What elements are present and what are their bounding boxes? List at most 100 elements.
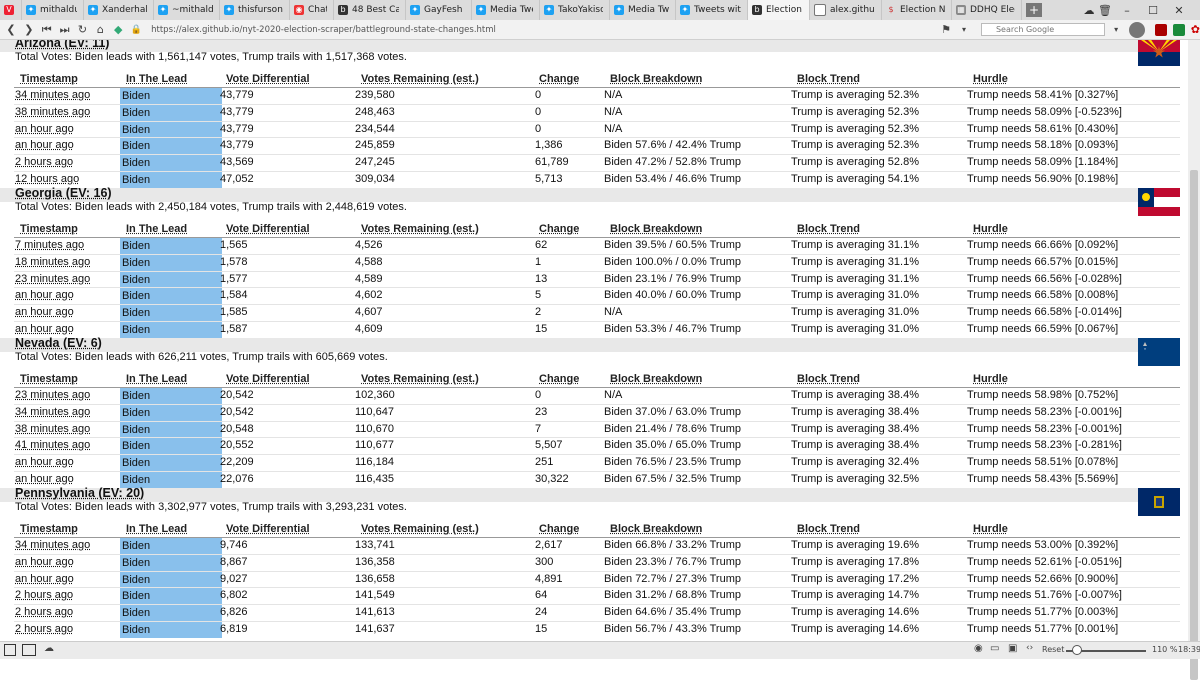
window-icon[interactable]: ▭: [990, 643, 999, 654]
scrollbar-thumb[interactable]: [1190, 170, 1198, 680]
cell-time[interactable]: 34 minutes ago: [15, 89, 90, 101]
column-header-lead[interactable]: In The Lead: [126, 523, 187, 535]
column-header-trend[interactable]: Block Trend: [797, 223, 860, 235]
column-header-timestamp[interactable]: Timestamp: [20, 373, 78, 385]
bookmark-icon[interactable]: ⚑: [939, 23, 953, 36]
cell-time[interactable]: 23 minutes ago: [15, 389, 90, 401]
tab-8[interactable]: ✦ Media Tweets: [472, 0, 540, 20]
rewind-icon[interactable]: ⏮: [40, 23, 54, 37]
column-header-remaining[interactable]: Votes Remaining (est.): [361, 73, 479, 85]
tab-9[interactable]: ✦ TakoYakisoba: [540, 0, 610, 20]
column-header-timestamp[interactable]: Timestamp: [20, 73, 78, 85]
tab-12[interactable]: b Election 2020: [748, 0, 810, 20]
tab-4[interactable]: ✦ thisfursonadc: [220, 0, 290, 20]
column-header-diff[interactable]: Vote Differential: [226, 73, 310, 85]
tab-14[interactable]: $ Election Nigh: [882, 0, 952, 20]
search-input[interactable]: [980, 23, 1106, 36]
column-header-diff[interactable]: Vote Differential: [226, 223, 310, 235]
cell-time[interactable]: 34 minutes ago: [15, 539, 90, 551]
reset-zoom-button[interactable]: Reset: [1042, 645, 1064, 654]
extension-icon[interactable]: [1172, 23, 1185, 36]
cell-time[interactable]: 34 minutes ago: [15, 406, 90, 418]
tab-tiling-icon[interactable]: [22, 644, 36, 656]
state-title[interactable]: Pennsylvania (EV: 20): [15, 486, 144, 500]
cell-time[interactable]: 2 hours ago: [15, 156, 73, 168]
code-icon[interactable]: ‹›: [1026, 643, 1033, 653]
state-title[interactable]: Arizona (EV: 11): [15, 40, 109, 50]
column-header-remaining[interactable]: Votes Remaining (est.): [361, 523, 479, 535]
cell-time[interactable]: an hour ago: [15, 556, 74, 568]
cell-time[interactable]: an hour ago: [15, 139, 74, 151]
minimize-button[interactable]: –: [1114, 4, 1140, 17]
tab-5[interactable]: ◉ Chat: [290, 0, 334, 20]
panel-toggle-icon[interactable]: [4, 644, 16, 656]
column-header-hurdle[interactable]: Hurdle: [973, 523, 1008, 535]
cell-time[interactable]: an hour ago: [15, 123, 74, 135]
zoom-level[interactable]: 110 %: [1152, 645, 1177, 654]
column-header-change[interactable]: Change: [539, 73, 579, 85]
cell-time[interactable]: 2 hours ago: [15, 589, 73, 601]
tab-2[interactable]: ✦ Xanderhal on: [84, 0, 154, 20]
cell-time[interactable]: 23 minutes ago: [15, 273, 90, 285]
cell-time[interactable]: 38 minutes ago: [15, 423, 90, 435]
avatar[interactable]: [1129, 21, 1145, 38]
column-header-change[interactable]: Change: [539, 223, 579, 235]
forward-icon[interactable]: ❯: [22, 23, 36, 36]
column-header-timestamp[interactable]: Timestamp: [20, 223, 78, 235]
tab-1[interactable]: ✦ mithaldu - Tw: [22, 0, 84, 20]
column-header-block[interactable]: Block Breakdown: [610, 523, 702, 535]
cell-time[interactable]: 2 hours ago: [15, 623, 73, 635]
column-header-trend[interactable]: Block Trend: [797, 373, 860, 385]
tab-13[interactable]: alex.github.io: [810, 0, 882, 20]
cell-time[interactable]: an hour ago: [15, 573, 74, 585]
column-header-hurdle[interactable]: Hurdle: [973, 73, 1008, 85]
column-header-block[interactable]: Block Breakdown: [610, 373, 702, 385]
column-header-diff[interactable]: Vote Differential: [226, 523, 310, 535]
tab-6[interactable]: b 48 Best Caulk: [334, 0, 406, 20]
cell-time[interactable]: 38 minutes ago: [15, 106, 90, 118]
search-dropdown-icon[interactable]: ▾: [1109, 25, 1123, 34]
cell-time[interactable]: an hour ago: [15, 306, 74, 318]
cell-time[interactable]: 18 minutes ago: [15, 256, 90, 268]
ublock-icon[interactable]: [1154, 23, 1167, 36]
column-header-lead[interactable]: In The Lead: [126, 373, 187, 385]
image-icon[interactable]: ▣: [1008, 643, 1017, 654]
tab-11[interactable]: ✦ Tweets with re: [676, 0, 748, 20]
column-header-remaining[interactable]: Votes Remaining (est.): [361, 223, 479, 235]
url-field[interactable]: https://alex.github.io/nyt-2020-election…: [151, 25, 935, 35]
column-header-change[interactable]: Change: [539, 523, 579, 535]
close-button[interactable]: ✕: [1166, 4, 1192, 17]
cell-time[interactable]: an hour ago: [15, 289, 74, 301]
tab-15[interactable]: ▦ DDHQ Electio: [952, 0, 1022, 20]
cell-time[interactable]: 12 hours ago: [15, 173, 79, 185]
column-header-trend[interactable]: Block Trend: [797, 523, 860, 535]
tab-7[interactable]: ✦ GayFesh on T: [406, 0, 472, 20]
scrollbar[interactable]: [1188, 40, 1200, 680]
cell-time[interactable]: an hour ago: [15, 473, 74, 485]
cloud-icon[interactable]: ☁: [1082, 4, 1096, 17]
vivaldi-menu-button[interactable]: V: [0, 0, 22, 20]
column-header-block[interactable]: Block Breakdown: [610, 223, 702, 235]
shield-icon[interactable]: ◆: [111, 23, 125, 36]
column-header-lead[interactable]: In The Lead: [126, 223, 187, 235]
column-header-block[interactable]: Block Breakdown: [610, 73, 702, 85]
trash-icon[interactable]: 🗑: [1096, 4, 1114, 17]
column-header-trend[interactable]: Block Trend: [797, 73, 860, 85]
column-header-hurdle[interactable]: Hurdle: [973, 373, 1008, 385]
dropdown-icon[interactable]: ▾: [957, 25, 971, 34]
reload-icon[interactable]: ↻: [76, 23, 90, 36]
tab-3[interactable]: ✦ ~mithaldu wh: [154, 0, 220, 20]
cell-time[interactable]: 7 minutes ago: [15, 239, 84, 251]
column-header-diff[interactable]: Vote Differential: [226, 373, 310, 385]
cell-time[interactable]: 41 minutes ago: [15, 439, 90, 451]
home-icon[interactable]: ⌂: [93, 23, 107, 36]
column-header-lead[interactable]: In The Lead: [126, 73, 187, 85]
cell-time[interactable]: 2 hours ago: [15, 606, 73, 618]
fast-forward-icon[interactable]: ⏭: [58, 23, 72, 37]
column-header-hurdle[interactable]: Hurdle: [973, 223, 1008, 235]
back-icon[interactable]: ❮: [4, 23, 18, 36]
cell-time[interactable]: an hour ago: [15, 323, 74, 335]
tab-10[interactable]: ✦ Media Tweets: [610, 0, 676, 20]
new-tab-button[interactable]: +: [1026, 3, 1042, 17]
column-header-change[interactable]: Change: [539, 373, 579, 385]
